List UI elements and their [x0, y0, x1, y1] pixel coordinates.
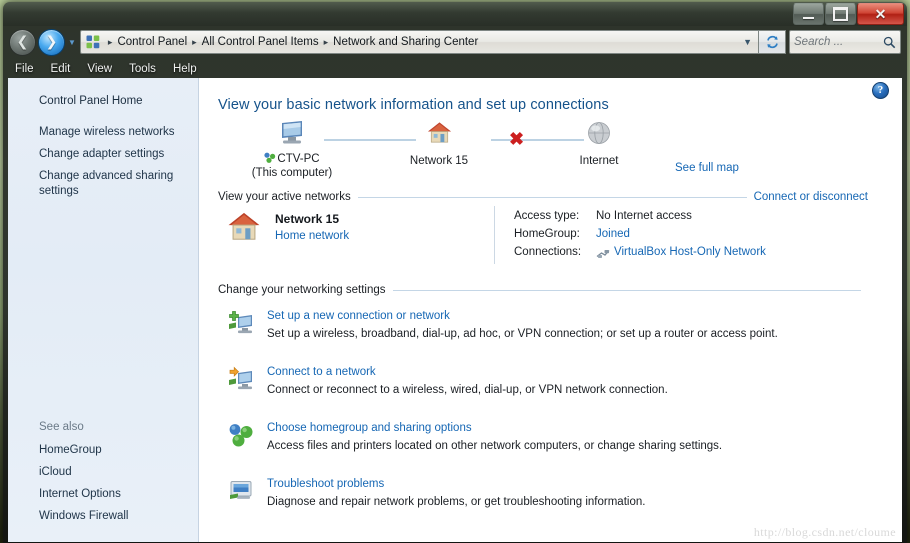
home-network-icon: [427, 122, 451, 143]
setting-description: Diagnose and repair network problems, or…: [267, 496, 646, 508]
sidebar-item-windows-firewall[interactable]: Windows Firewall: [39, 509, 189, 524]
setting-description: Set up a wireless, broadband, dial-up, a…: [267, 328, 778, 340]
breadcrumb-separator-icon: ▸: [323, 36, 329, 47]
sidebar-item-control-panel-home[interactable]: Control Panel Home: [39, 94, 189, 109]
breadcrumb-all-control-panel-items[interactable]: All Control Panel Items: [202, 36, 319, 48]
computer-icon: [282, 121, 302, 144]
menu-file[interactable]: File: [15, 63, 34, 75]
refresh-icon: [766, 35, 778, 49]
maximize-icon: [833, 7, 848, 21]
network-node-label: Internet: [579, 155, 619, 167]
network-node-label: Network 15: [409, 155, 469, 167]
control-panel-icon: [85, 34, 101, 50]
sidebar-item-internet-options[interactable]: Internet Options: [39, 487, 189, 502]
active-networks-section-header: View your active networks Connect or dis…: [218, 191, 868, 203]
close-icon: ✕: [874, 6, 887, 22]
network-sharing-center-window: ✕ ❮ ❯ ▼ ▸ Control Panel ▸ All Control Pa…: [3, 2, 907, 543]
setting-title[interactable]: Troubleshoot problems: [267, 478, 384, 490]
search-icon: [883, 36, 896, 48]
network-node-network[interactable]: Network 15: [391, 120, 487, 168]
homegroup-icon: [228, 422, 256, 450]
refresh-button[interactable]: [759, 30, 786, 54]
access-type-value: No Internet access: [596, 210, 692, 222]
setting-description: Access files and printers located on oth…: [267, 440, 723, 452]
menu-help[interactable]: Help: [173, 63, 197, 75]
active-networks-heading: View your active networks: [218, 191, 351, 203]
address-dropdown-icon[interactable]: ▼: [743, 37, 752, 47]
sidebar-item-icloud[interactable]: iCloud: [39, 465, 189, 480]
network-small-icon: [264, 152, 276, 163]
connection-broken-icon: ✖: [509, 129, 525, 149]
search-input[interactable]: Search ...: [794, 36, 883, 48]
page-title: View your basic network information and …: [218, 97, 609, 113]
title-bar: ✕: [3, 2, 907, 26]
navigation-bar: ❮ ❯ ▼ ▸ Control Panel ▸ All Control Pane…: [5, 27, 905, 57]
network-node-sublabel: (This computer): [251, 167, 333, 179]
sidebar-item-change-advanced-sharing-settings[interactable]: Change advanced sharing settings: [39, 169, 189, 199]
connect-or-disconnect-link[interactable]: Connect or disconnect: [754, 191, 868, 203]
sidebar-item-manage-wireless-networks[interactable]: Manage wireless networks: [39, 125, 189, 140]
access-type-label: Access type:: [514, 210, 580, 222]
section-divider: [392, 289, 861, 291]
setting-title[interactable]: Connect to a network: [267, 366, 376, 378]
watermark-text: http://blog.csdn.net/cloume: [753, 525, 896, 539]
troubleshoot-icon: [228, 478, 256, 506]
new-connection-icon: [228, 310, 256, 338]
sidebar-see-also-heading: See also: [39, 421, 84, 433]
network-node-this-computer[interactable]: CTV-PC (This computer): [237, 120, 347, 180]
home-network-icon: [226, 210, 262, 249]
homegroup-label: HomeGroup:: [514, 228, 580, 240]
connections-value-link[interactable]: VirtualBox Host-Only Network: [614, 246, 766, 258]
menu-view[interactable]: View: [87, 63, 112, 75]
connections-label: Connections:: [514, 246, 582, 258]
sidebar-item-homegroup[interactable]: HomeGroup: [39, 443, 189, 458]
breadcrumb-separator-icon: ▸: [107, 36, 113, 47]
recent-pages-chevron-icon[interactable]: ▼: [68, 38, 76, 47]
connect-network-icon: [228, 366, 256, 394]
sidebar: Control Panel Home Manage wireless netwo…: [8, 78, 199, 542]
networking-settings-section-header: Change your networking settings: [218, 284, 868, 296]
network-node-label: CTV-PC: [277, 153, 320, 165]
back-button[interactable]: ❮: [9, 28, 36, 56]
menu-tools[interactable]: Tools: [129, 63, 156, 75]
minimize-icon: [803, 16, 814, 19]
main-content: ? View your basic network information an…: [199, 78, 902, 542]
breadcrumb-separator-icon: ▸: [192, 36, 197, 47]
minimize-button[interactable]: [793, 3, 824, 25]
homegroup-value-link[interactable]: Joined: [596, 228, 630, 240]
active-network-type-link[interactable]: Home network: [275, 230, 349, 242]
search-box[interactable]: Search ...: [789, 30, 901, 54]
forward-button[interactable]: ❯: [38, 28, 65, 56]
setting-title[interactable]: Set up a new connection or network: [267, 310, 450, 322]
arrow-right-icon: ❯: [45, 34, 58, 50]
internet-globe-icon: [588, 122, 610, 144]
breadcrumb-control-panel[interactable]: Control Panel: [117, 36, 187, 48]
window-controls: ✕: [792, 3, 904, 25]
setting-description: Connect or reconnect to a wireless, wire…: [267, 384, 668, 396]
active-network-entry: Network 15 Home network Access type: No …: [218, 206, 868, 268]
menu-bar: File Edit View Tools Help: [5, 59, 907, 78]
network-map: CTV-PC (This computer) Network 15 ✖ Inte…: [199, 120, 902, 182]
client-area: Control Panel Home Manage wireless netwo…: [8, 78, 902, 542]
active-network-name: Network 15: [275, 212, 340, 226]
breadcrumb-network-and-sharing-center[interactable]: Network and Sharing Center: [333, 36, 478, 48]
close-button[interactable]: ✕: [857, 3, 904, 25]
maximize-button[interactable]: [825, 3, 856, 25]
section-divider: [357, 196, 747, 198]
menu-edit[interactable]: Edit: [51, 63, 71, 75]
help-icon[interactable]: ?: [872, 82, 889, 99]
address-bar[interactable]: ▸ Control Panel ▸ All Control Panel Item…: [79, 30, 759, 54]
sidebar-item-change-adapter-settings[interactable]: Change adapter settings: [39, 147, 189, 162]
arrow-left-icon: ❮: [16, 34, 29, 50]
details-divider: [494, 206, 495, 264]
network-node-internet[interactable]: Internet: [551, 120, 647, 168]
network-adapter-icon: [596, 247, 610, 265]
networking-settings-heading: Change your networking settings: [218, 284, 386, 296]
see-full-map-link[interactable]: See full map: [675, 162, 739, 174]
setting-title[interactable]: Choose homegroup and sharing options: [267, 422, 472, 434]
